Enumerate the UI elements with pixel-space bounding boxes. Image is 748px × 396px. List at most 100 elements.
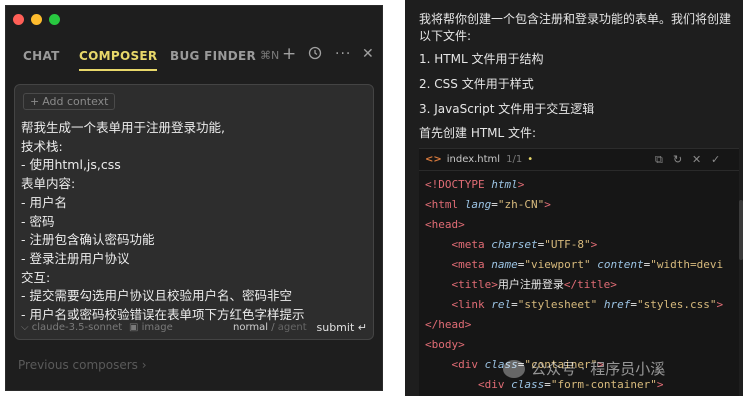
code-token: = (511, 298, 518, 311)
code-token: <div (477, 378, 512, 391)
code-token: href (603, 298, 631, 311)
code-line: <link rel="stylesheet" href="styles.css"… (419, 295, 739, 315)
code-token: lang (464, 198, 492, 211)
file-name[interactable]: index.html (447, 154, 500, 165)
code-token: <title> (451, 278, 498, 291)
response-panel: 我将帮你创建一个包含注册和登录功能的表单。我们将创建 以下文件: 1. HTML… (405, 0, 743, 396)
code-token: <!DOCTYPE (425, 178, 492, 191)
reject-icon[interactable]: ✕ (692, 153, 701, 166)
list-item: 2. CSS 文件用于样式 (419, 77, 534, 91)
code-token: <html (425, 198, 465, 211)
html-file-icon: <> (425, 154, 442, 165)
close-window-button[interactable] (13, 14, 24, 25)
prompt-text[interactable]: 帮我生成一个表单用于注册登录功能, 技术栈: - 使用html,js,css 表单内容… (21, 119, 371, 325)
chevron-right-icon: › (141, 358, 147, 372)
intro-line-1: 我将帮你创建一个包含注册和登录功能的表单。我们将创建 (419, 12, 732, 26)
accept-icon[interactable]: ✓ (711, 153, 720, 166)
composer-footer: ⌵ claude-3.5-sonnet ▣ image normal / age… (21, 320, 367, 336)
new-shortcut-hint: ⌘N (260, 49, 280, 62)
copy-icon[interactable]: ⧉ (655, 153, 663, 167)
code-token: <div (451, 358, 485, 371)
tab-bar: CHAT COMPOSER BUG FINDER ⌘N + ··· ✕ (6, 44, 382, 72)
model-selector[interactable]: ⌵ claude-3.5-sonnet (21, 322, 122, 333)
code-line: <title>用户注册登录</title> (419, 275, 739, 295)
tab-chat[interactable]: CHAT (23, 49, 60, 63)
code-token: > (517, 178, 525, 191)
close-icon[interactable]: ✕ (362, 46, 374, 62)
more-icon[interactable]: ··· (335, 46, 351, 62)
tab-composer[interactable]: COMPOSER (79, 49, 158, 71)
code-line: <!DOCTYPE html> (419, 175, 739, 195)
add-context-button[interactable]: + Add context (23, 93, 116, 110)
mode-normal[interactable]: normal (233, 322, 268, 333)
code-token: class (511, 378, 545, 391)
list-item: 3. JavaScript 文件用于交互逻辑 (419, 102, 595, 116)
code-line: <meta name="viewport" content="width=dev… (419, 255, 739, 275)
prompt-line: - 提交需要勾选用户协议且校验用户名、密码非空 (21, 288, 292, 304)
prompt-line: 技术栈: (21, 138, 63, 154)
submit-label: submit (316, 321, 355, 334)
submit-button[interactable]: submit ↵ (317, 321, 368, 334)
code-line: <body> (419, 335, 739, 355)
prompt-line: - 注册包含确认密码功能 (21, 232, 155, 248)
scrollbar[interactable] (739, 200, 743, 260)
code-token: rel (491, 298, 512, 311)
code-line: <meta charset="UTF-8"> (419, 235, 739, 255)
add-context-label: Add context (42, 95, 109, 108)
code-line: <head> (419, 215, 739, 235)
lead-text: 首先创建 HTML 文件: (419, 126, 537, 140)
code-token: > (716, 298, 724, 311)
mode-toggle[interactable]: normal / agent (233, 322, 307, 333)
code-token: > (656, 378, 664, 391)
intro-line-2: 以下文件: (419, 29, 472, 43)
wechat-icon (503, 359, 525, 378)
plus-icon: + (30, 95, 40, 108)
prompt-line: - 登录注册用户协议 (21, 250, 130, 266)
refresh-icon[interactable]: ↻ (673, 153, 682, 166)
watermark: 公众号 · 程序员小溪 (503, 358, 665, 379)
code-token: content (597, 258, 644, 271)
minimize-window-button[interactable] (31, 14, 42, 25)
mode-agent[interactable]: agent (278, 322, 307, 333)
code-token: <body> (425, 338, 465, 351)
code-line: </head> (419, 315, 739, 335)
model-name: claude-3.5-sonnet (31, 322, 123, 333)
enter-icon: ↵ (357, 321, 367, 334)
watermark-text: 公众号 · 程序员小溪 (531, 360, 666, 378)
composer-input-box[interactable]: + Add context 帮我生成一个表单用于注册登录功能, 技术栈: - 使用h… (14, 84, 374, 340)
code-line: <html lang="zh-CN"> (419, 195, 739, 215)
prompt-line: 帮我生成一个表单用于注册登录功能, (21, 120, 225, 135)
image-button[interactable]: ▣ image (129, 322, 173, 333)
window-controls (13, 14, 60, 25)
mode-separator: / (271, 322, 275, 333)
previous-composers-link[interactable]: Previous composers › (18, 358, 147, 372)
list-item: 1. HTML 文件用于结构 (419, 52, 544, 66)
code-token: <meta (451, 258, 492, 271)
tab-bug-finder[interactable]: BUG FINDER (170, 49, 256, 63)
prompt-line: - 密码 (21, 213, 55, 229)
file-pager: 1/1 (506, 154, 523, 165)
code-token: = (544, 378, 551, 391)
code-token: </title> (563, 278, 617, 291)
image-icon: ▣ (129, 322, 139, 333)
plus-icon[interactable]: + (282, 44, 296, 64)
code-header: <> index.html 1/1 • ⧉ ↻ ✕ ✓ (419, 149, 739, 171)
maximize-window-button[interactable] (49, 14, 60, 25)
code-token: "styles.css" (636, 298, 717, 311)
code-token: "width=devi (650, 258, 724, 271)
code-token: = (630, 298, 637, 311)
code-token: <head> (425, 218, 465, 231)
image-label: image (141, 322, 173, 333)
history-icon[interactable] (308, 46, 322, 64)
code-token: = (491, 198, 498, 211)
code-token: charset (491, 238, 538, 251)
code-token: > (544, 198, 551, 211)
prompt-line: 表单内容: (21, 176, 76, 192)
code-token: "zh-CN" (497, 198, 545, 211)
